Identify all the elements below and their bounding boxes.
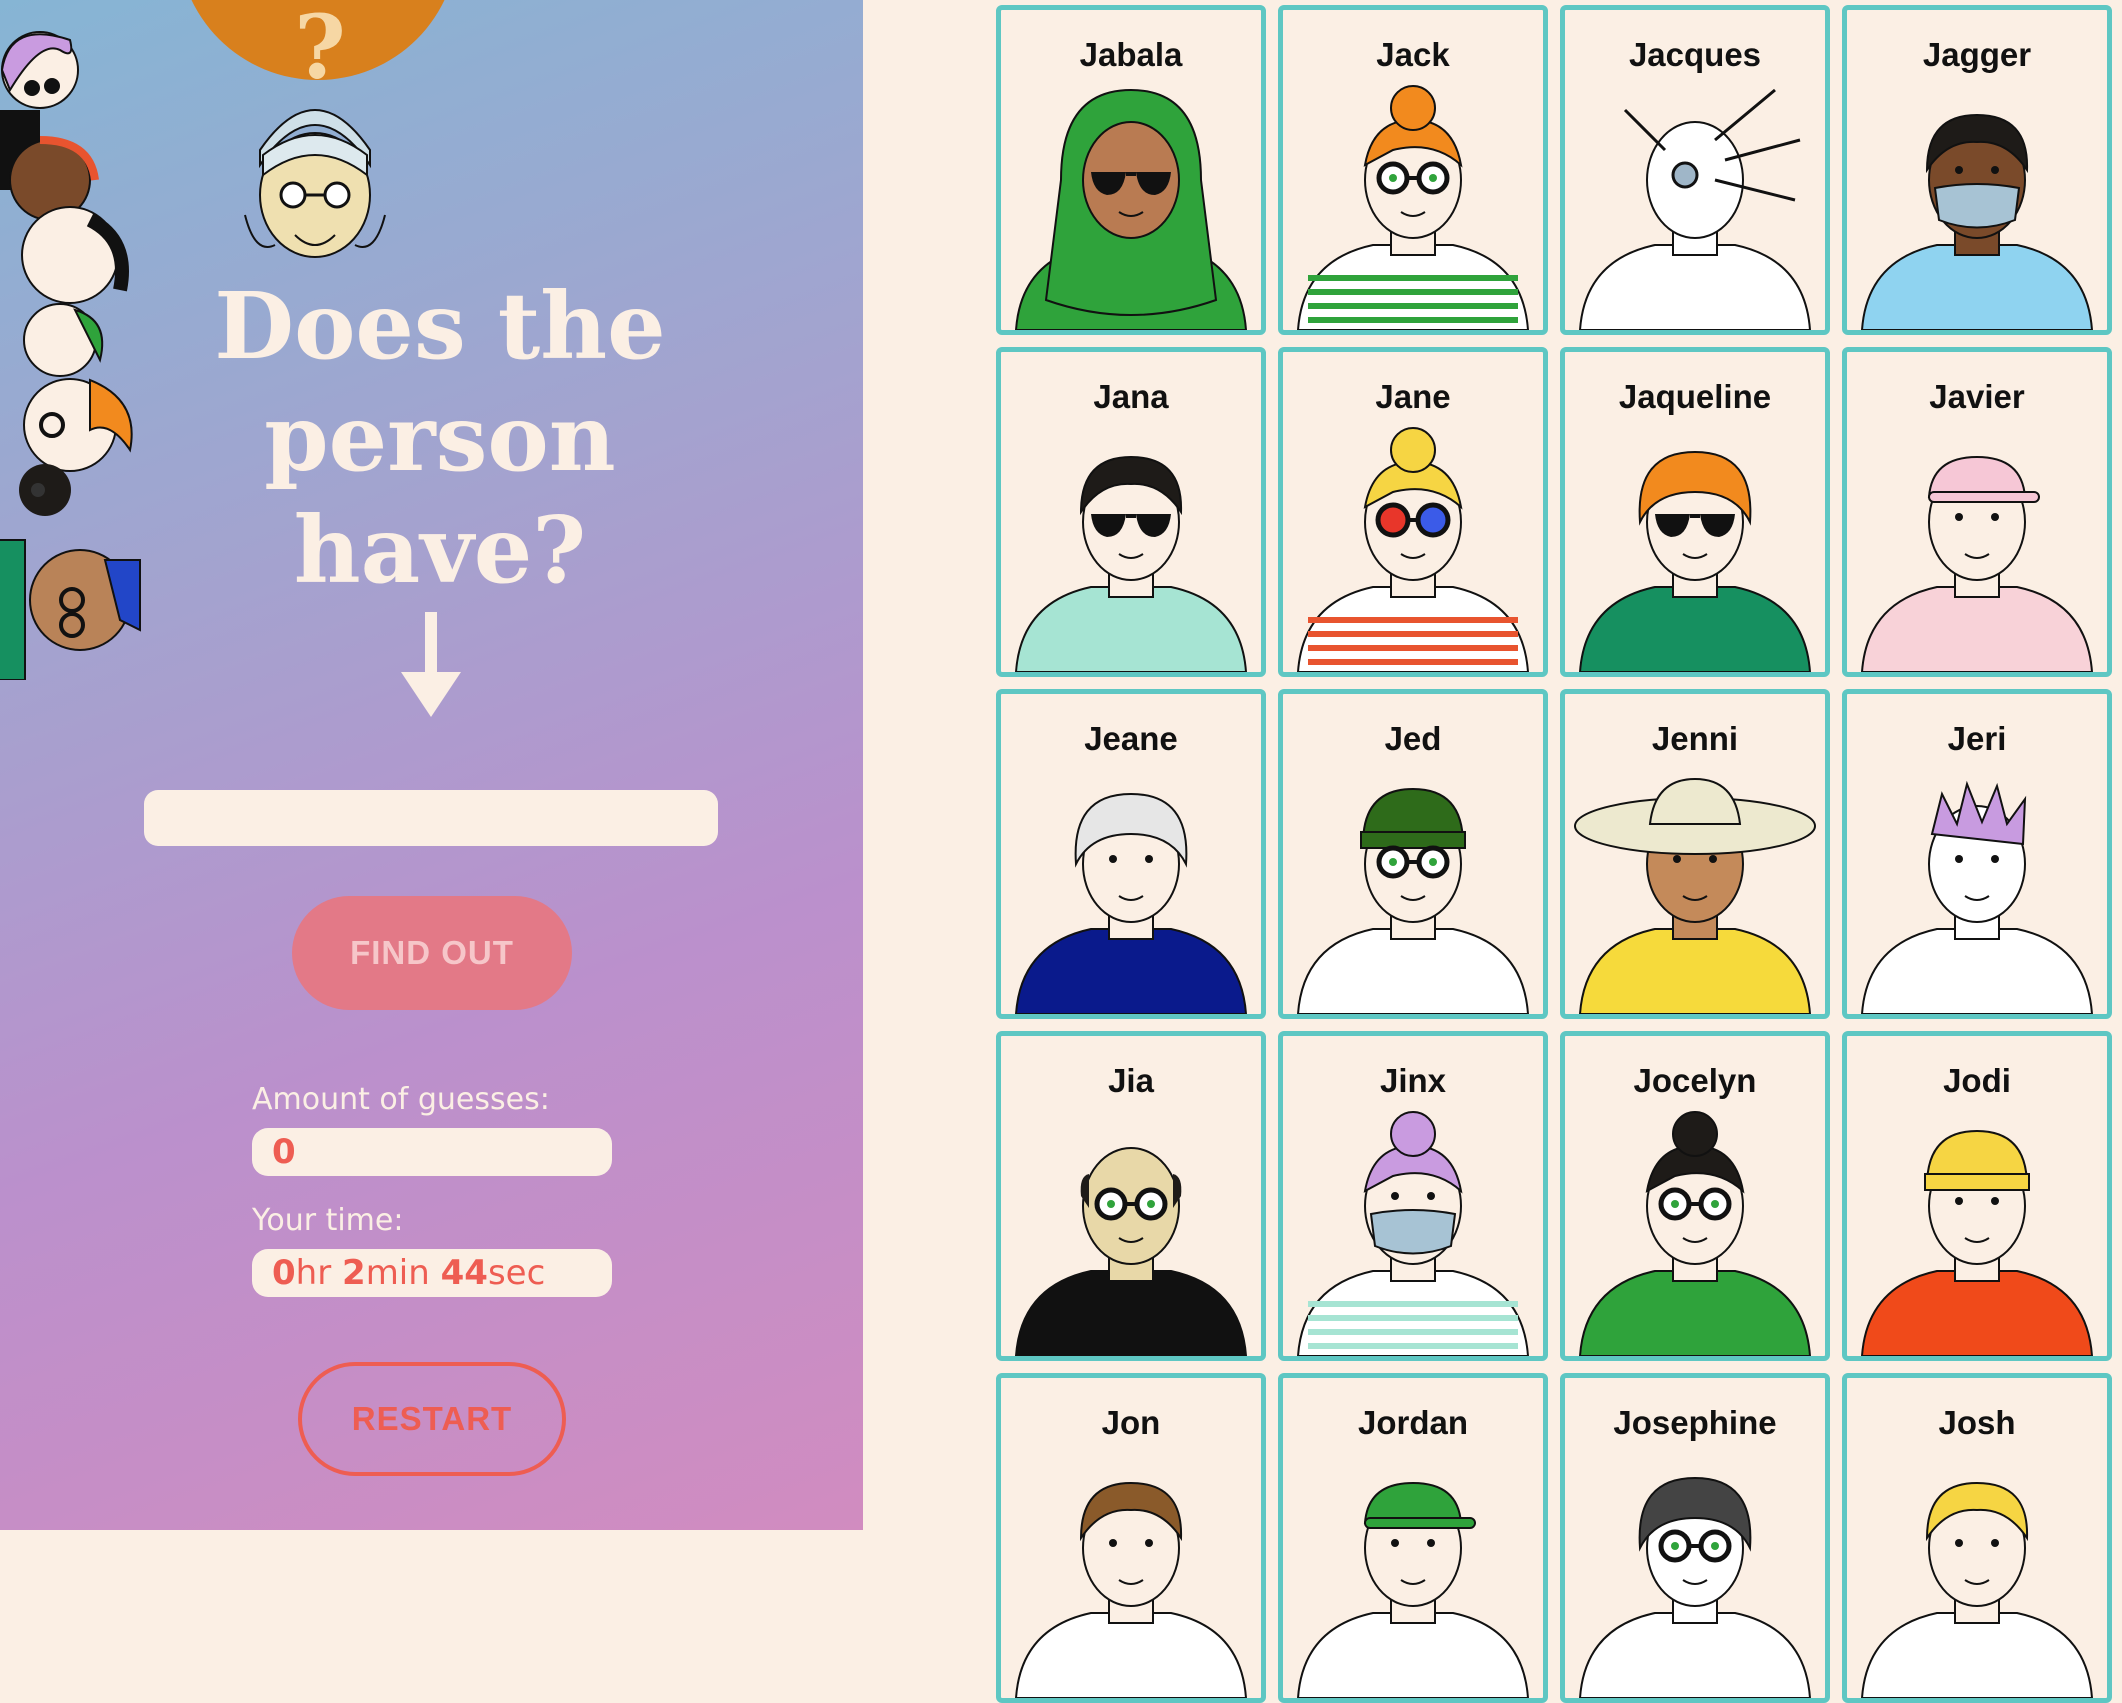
question-panel: ? Does the person have? FIND OUT Amount …: [0, 0, 863, 1530]
character-portrait: [1578, 450, 1812, 672]
timer-seconds: 44: [440, 1253, 488, 1293]
character-portrait: [1296, 85, 1530, 330]
character-portrait: [1860, 1481, 2094, 1698]
character-name: Jeane: [1084, 720, 1178, 757]
character-name: Josephine: [1613, 1404, 1777, 1441]
headline-line: have?: [293, 496, 587, 604]
headline-line: person: [264, 384, 616, 492]
character-portrait: [1014, 88, 1248, 330]
character-portrait: [1860, 455, 2094, 672]
character-name: Jeri: [1947, 720, 2007, 757]
character-card-jodi[interactable]: Jodi: [1842, 1031, 2112, 1361]
character-name: Jordan: [1357, 1404, 1469, 1441]
character-card-jaqueline[interactable]: Jaqueline: [1560, 347, 1830, 677]
character-card-josephine[interactable]: Josephine: [1560, 1373, 1830, 1703]
character-name: Jagger: [1922, 36, 2032, 73]
character-portrait: [1574, 777, 1816, 1014]
headline-line: Does the: [214, 272, 666, 380]
time-label: Your time:: [252, 1203, 404, 1238]
timer-minutes-unit: min: [365, 1253, 430, 1293]
character-name: Jon: [1101, 1404, 1161, 1441]
page-title: Does the person have?: [140, 270, 740, 606]
guesses-value: 0: [272, 1132, 296, 1172]
character-name: Jenni: [1651, 720, 1739, 757]
character-card-jeane[interactable]: Jeane: [996, 689, 1266, 1019]
character-name: Jack: [1376, 36, 1450, 73]
find-out-button[interactable]: FIND OUT: [292, 896, 572, 1010]
character-card-jordan[interactable]: Jordan: [1278, 1373, 1548, 1703]
character-name: Javier: [1929, 378, 2025, 415]
character-portrait: [1860, 1129, 2094, 1356]
character-card-javier[interactable]: Javier: [1842, 347, 2112, 677]
character-card-jane[interactable]: Jane: [1278, 347, 1548, 677]
character-portrait: [1860, 113, 2094, 330]
character-card-jeri[interactable]: Jeri: [1842, 689, 2112, 1019]
character-name: Jabala: [1079, 36, 1183, 73]
character-name: Jane: [1375, 378, 1451, 415]
character-name: Jaqueline: [1618, 378, 1772, 415]
character-card-jenni[interactable]: Jenni: [1560, 689, 1830, 1019]
character-portrait: [1860, 780, 2094, 1014]
guesses-label: Amount of guesses:: [252, 1082, 550, 1117]
character-portrait: [1578, 88, 1812, 330]
character-card-jon[interactable]: Jon: [996, 1373, 1266, 1703]
character-card-jocelyn[interactable]: Jocelyn: [1560, 1031, 1830, 1361]
timer-display: 0hr 2min 44sec: [252, 1249, 612, 1297]
timer-hours: 0: [272, 1253, 296, 1293]
character-name: Josh: [1938, 1404, 2016, 1441]
character-name: Jinx: [1379, 1062, 1447, 1099]
character-card-jinx[interactable]: Jinx: [1278, 1031, 1548, 1361]
character-portrait: [1014, 792, 1248, 1014]
character-card-jia[interactable]: Jia: [996, 1031, 1266, 1361]
character-name: Jia: [1108, 1062, 1154, 1099]
timer-seconds-unit: sec: [487, 1253, 546, 1293]
character-card-josh[interactable]: Josh: [1842, 1373, 2112, 1703]
restart-button[interactable]: RESTART: [298, 1362, 566, 1476]
question-input[interactable]: [144, 790, 718, 846]
character-card-jabala[interactable]: Jabala: [996, 5, 1266, 335]
host-illustration: [244, 109, 386, 258]
character-portrait: [1578, 1476, 1812, 1698]
timer-minutes: 2: [342, 1253, 366, 1293]
character-name: Jed: [1384, 720, 1442, 757]
character-card-jacques[interactable]: Jacques: [1560, 5, 1830, 335]
character-card-jana[interactable]: Jana: [996, 347, 1266, 677]
character-name: Jocelyn: [1633, 1062, 1757, 1099]
character-name: Jana: [1093, 378, 1169, 415]
character-portrait: [1014, 1147, 1248, 1356]
character-portrait: [1578, 1111, 1812, 1356]
guesses-counter: 0: [252, 1128, 612, 1176]
character-card-jack[interactable]: Jack: [1278, 5, 1548, 335]
question-mark-icon: ?: [294, 0, 346, 99]
arrow-down-icon: [401, 612, 461, 717]
character-name: Jacques: [1628, 36, 1762, 73]
character-portrait: [1014, 1481, 1248, 1698]
character-card-jagger[interactable]: Jagger: [1842, 5, 2112, 335]
character-card-jed[interactable]: Jed: [1278, 689, 1548, 1019]
timer-hours-unit: hr: [295, 1253, 332, 1293]
character-portrait: [1296, 787, 1530, 1014]
character-name: Jodi: [1943, 1062, 2011, 1099]
character-portrait: [1296, 1111, 1530, 1356]
character-portrait: [1296, 1481, 1530, 1698]
character-portrait: [1014, 455, 1248, 672]
character-portrait: [1296, 427, 1530, 672]
